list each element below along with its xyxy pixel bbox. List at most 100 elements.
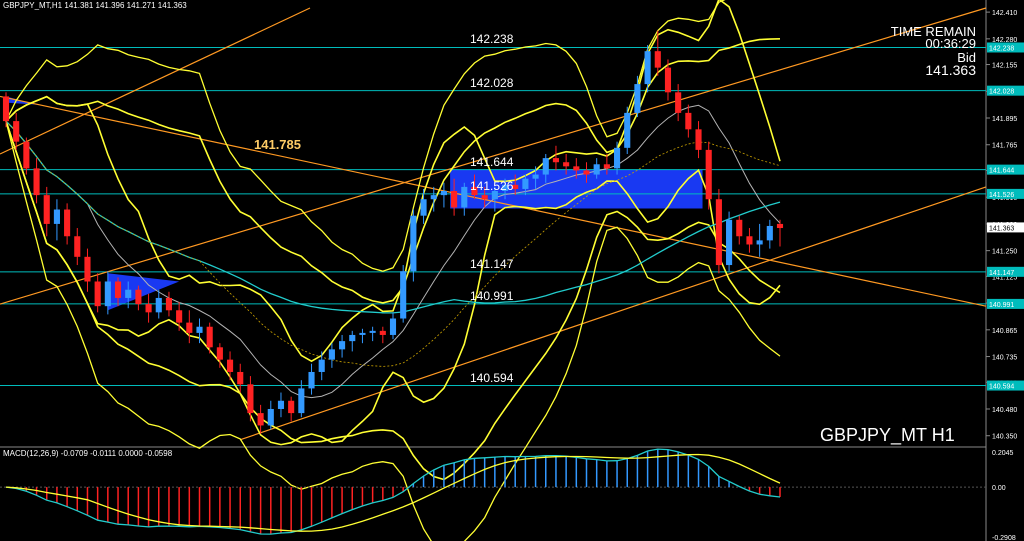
candle-bear — [237, 371, 244, 385]
price-tick-label: 141.250 — [992, 249, 1017, 256]
level-tag-label: 141.147 — [989, 270, 1014, 277]
candle-bull — [532, 174, 539, 179]
candle-bear — [705, 149, 712, 200]
candle-bear — [176, 310, 183, 323]
candle-bull — [400, 271, 407, 319]
candle-bull — [644, 51, 651, 85]
candle-bull — [277, 400, 285, 409]
candle-bear — [695, 129, 702, 150]
bollinger-band-upper — [5, 0, 726, 272]
symbol-timeframe: GBPJPY_MT,H1 — [3, 1, 63, 10]
candle-bull — [369, 330, 376, 333]
candle-bear — [165, 297, 173, 311]
candle-bull — [420, 199, 427, 216]
bid-value: 141.363 — [925, 62, 976, 78]
candle-bull — [410, 215, 417, 272]
price-tick-label: 140.480 — [992, 407, 1017, 414]
candle-bull — [298, 388, 305, 414]
candle-bear — [13, 121, 20, 142]
candle-bull — [726, 219, 733, 266]
trend-line — [0, 7, 311, 155]
price-tick-label: 142.155 — [992, 63, 1017, 70]
level-label: 142.238 — [470, 32, 514, 47]
candle-bear — [379, 330, 386, 335]
candle-bull — [308, 371, 315, 389]
candle-bull — [624, 112, 631, 148]
current-price-label: 141.363 — [989, 225, 1014, 232]
candle-bull — [756, 240, 763, 245]
level-tag-label: 141.644 — [989, 168, 1014, 175]
price-tick-label: 141.895 — [992, 116, 1017, 123]
candle-bull — [522, 178, 529, 189]
candle-bear — [2, 96, 10, 122]
macd-axis-label: 0.2045 — [992, 450, 1014, 457]
candle-bull — [542, 158, 549, 175]
candle-bull — [389, 318, 397, 335]
level-tag-label: 141.526 — [989, 192, 1014, 199]
candle-bear — [776, 223, 784, 229]
price-tick-label: 140.350 — [992, 434, 1017, 441]
chart-header: GBPJPY_MT,H1 141.381 141.396 141.271 141… — [3, 1, 187, 10]
candle-bear — [685, 112, 692, 130]
candle-bear — [64, 209, 71, 237]
candle-bear — [206, 326, 213, 348]
candle-bull — [104, 281, 111, 307]
candle-bull — [196, 326, 203, 333]
candle-bull — [53, 209, 60, 224]
moving-average — [5, 104, 781, 399]
level-label: 141.147 — [470, 256, 514, 271]
price-tick-label: 142.410 — [992, 10, 1017, 17]
candle-bear — [216, 347, 223, 360]
candle-bear — [257, 413, 264, 426]
level-label: 140.991 — [470, 288, 514, 303]
candle-bull — [155, 297, 162, 313]
candle-bear — [573, 166, 580, 171]
candle-bull — [125, 289, 132, 298]
candle-bear — [552, 158, 560, 163]
level-label: 140.594 — [470, 370, 514, 385]
candle-bull — [613, 147, 621, 169]
symbol-watermark: GBPJPY_MT H1 — [820, 425, 955, 445]
price-tick-label: 140.735 — [992, 355, 1017, 362]
level-label: 141.526 — [470, 178, 514, 193]
candle-bull — [267, 408, 274, 426]
candle-bull — [766, 225, 773, 241]
trend-line — [0, 95, 987, 307]
level-tag-label: 140.594 — [989, 384, 1014, 391]
level-tag-label: 142.028 — [989, 89, 1014, 96]
candle-bull — [634, 84, 641, 113]
candle-bear — [186, 322, 193, 333]
price-tick-label: 140.865 — [992, 328, 1017, 335]
level-tag-label: 140.991 — [989, 302, 1014, 309]
level-label: 141.644 — [470, 154, 514, 169]
candle-bear — [43, 195, 50, 224]
candle-bull — [440, 191, 447, 196]
candle-bull — [349, 334, 356, 342]
macd-axis-label: 0.00 — [992, 485, 1006, 492]
price-tick-label: 141.765 — [992, 143, 1017, 150]
level-label: 142.028 — [470, 75, 514, 90]
candle-bull — [318, 359, 325, 372]
candle-bear — [563, 162, 570, 167]
candle-bear — [583, 170, 590, 175]
candle-bear — [715, 199, 722, 266]
time-remain-value: 00:36:29 — [925, 36, 976, 51]
candle-bear — [288, 400, 295, 414]
ohlc-values: 141.381 141.396 141.271 141.363 — [64, 1, 187, 10]
candle-bear — [675, 92, 682, 113]
trend-line — [239, 186, 987, 441]
candle-bear — [736, 219, 743, 237]
candle-bear — [84, 256, 91, 282]
candle-bear — [451, 191, 458, 208]
candle-bear — [664, 67, 672, 93]
candle-bear — [603, 164, 610, 169]
candle-bull — [359, 332, 366, 335]
candle-bull — [328, 349, 335, 360]
candle-bear — [74, 236, 81, 257]
candle-bull — [461, 186, 468, 208]
level-tag-label: 142.238 — [989, 45, 1014, 52]
macd-axis-label: -0.2908 — [992, 535, 1016, 541]
candle-bear — [114, 281, 122, 298]
candle-bear — [135, 289, 142, 305]
candle-bear — [145, 304, 152, 313]
